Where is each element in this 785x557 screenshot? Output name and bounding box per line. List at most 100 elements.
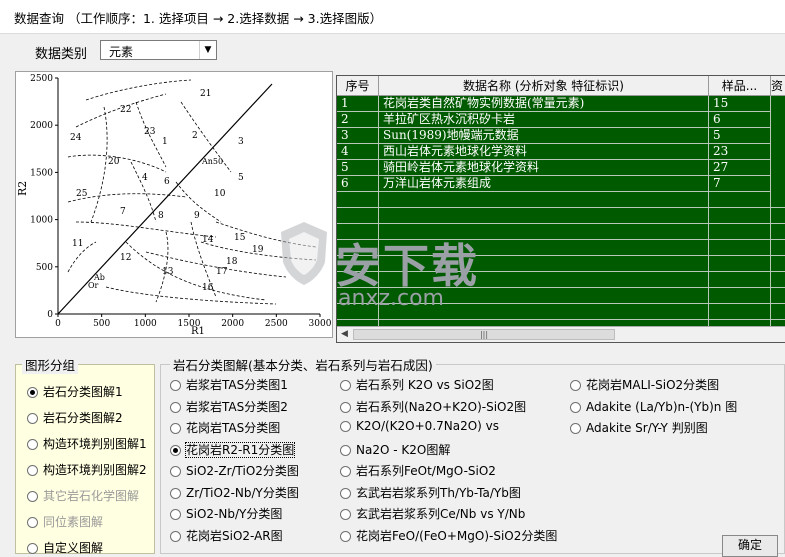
diagram-option[interactable]: 玄武岩岩浆系列Ce/Nb vs Y/Nb bbox=[340, 505, 525, 522]
group-option[interactable]: 其它岩石化学图解 bbox=[27, 487, 139, 504]
column-header-name[interactable]: 数据名称 (分析对象 特征标识) bbox=[379, 76, 709, 96]
group-option[interactable]: 自定义图解 bbox=[27, 539, 103, 556]
field-label: Or bbox=[88, 281, 99, 290]
field-label: 4 bbox=[142, 173, 148, 183]
watermark-shield-icon bbox=[281, 222, 327, 285]
column-header-samples[interactable]: 样品... bbox=[709, 76, 771, 96]
table-row[interactable]: 4 西山岩体元素地球化学资料 23 bbox=[337, 144, 785, 160]
radio-icon[interactable] bbox=[27, 413, 38, 424]
y-tick-label: 1500 bbox=[30, 168, 53, 178]
radio-icon[interactable] bbox=[27, 517, 38, 528]
scroll-thumb[interactable]: ||| bbox=[353, 329, 615, 340]
radio-icon[interactable] bbox=[340, 466, 351, 477]
diagram-option[interactable]: 岩浆岩TAS分类图2 bbox=[170, 398, 288, 415]
group-option[interactable]: 岩石分类图解2 bbox=[27, 409, 123, 426]
row-sample-count: 27 bbox=[709, 160, 771, 176]
radio-icon[interactable] bbox=[170, 487, 181, 499]
diagram-option[interactable]: 花岗岩SiO2-AR图 bbox=[170, 527, 283, 544]
radio-icon[interactable] bbox=[170, 530, 181, 542]
ok-button[interactable]: 确定 bbox=[722, 535, 778, 557]
grid-line bbox=[337, 319, 785, 320]
scroll-left-icon[interactable]: ◀ bbox=[341, 329, 348, 339]
radio-icon[interactable] bbox=[340, 380, 351, 391]
diagram-option-label: 玄武岩岩浆系列Ce/Nb vs Y/Nb bbox=[356, 507, 526, 521]
row-sample-count: 5 bbox=[709, 128, 771, 144]
diagram-option-label: Adakite Sr/Y-Y 判别图 bbox=[586, 421, 708, 435]
diagram-option-label: 花岗岩R2-R1分类图 bbox=[184, 441, 296, 458]
radio-icon[interactable] bbox=[170, 423, 181, 434]
radio-icon[interactable] bbox=[27, 543, 38, 554]
diagram-option[interactable]: 岩石系列 K2O vs SiO2图 bbox=[340, 376, 494, 393]
diagram-option[interactable]: 玄武岩岩浆系列Th/Yb-Ta/Yb图 bbox=[340, 484, 521, 501]
field-label: 9 bbox=[194, 211, 200, 221]
radio-icon[interactable] bbox=[27, 439, 38, 450]
radio-icon[interactable] bbox=[340, 530, 351, 542]
table-row[interactable]: 1 花岗岩类自然矿物实例数据(常量元素) 15 bbox=[337, 96, 785, 112]
field-label: 2 bbox=[192, 131, 198, 141]
radio-icon[interactable] bbox=[170, 509, 181, 520]
group-option[interactable]: 构造环境判别图解1 bbox=[27, 435, 147, 452]
diagram-option[interactable]: Adakite (La/Yb)n-(Yb)n 图 bbox=[570, 398, 737, 415]
diagram-option[interactable]: 花岗岩R2-R1分类图 bbox=[170, 441, 296, 458]
field-label: 17 bbox=[216, 267, 228, 277]
diagram-option[interactable]: 花岗岩TAS分类图 bbox=[170, 419, 280, 436]
grid-line bbox=[337, 207, 785, 208]
radio-icon[interactable] bbox=[570, 423, 581, 434]
group-option[interactable]: 构造环境判别图解2 bbox=[27, 461, 147, 478]
x-axis-label: R1 bbox=[191, 326, 205, 337]
diagram-option[interactable]: 岩石系列(Na2O+K2O)-SiO2图 bbox=[340, 398, 526, 415]
y-axis-label: R2 bbox=[16, 181, 29, 196]
radio-icon[interactable] bbox=[27, 465, 38, 476]
table-row[interactable]: 5 骑田岭岩体元素地球化学资料 27 bbox=[337, 160, 785, 176]
radio-icon[interactable] bbox=[170, 444, 181, 456]
diagram-option[interactable]: SiO2-Nb/Y分类图 bbox=[170, 505, 282, 522]
radio-icon[interactable] bbox=[170, 401, 181, 413]
table-row[interactable]: 3 Sun(1989)地幔端元数据 5 bbox=[337, 128, 785, 144]
y-tick-label: 2000 bbox=[30, 121, 53, 131]
radio-icon[interactable] bbox=[27, 491, 38, 502]
radio-icon[interactable] bbox=[570, 380, 581, 391]
y-tick-label: 0 bbox=[47, 310, 53, 320]
data-type-select[interactable]: 元素 ▼ bbox=[100, 40, 217, 60]
diagram-option[interactable]: 岩石系列FeOt/MgO-SiO2 bbox=[340, 462, 496, 479]
diagram-option[interactable]: Adakite Sr/Y-Y 判别图 bbox=[570, 419, 708, 436]
group-option-label: 构造环境判别图解1 bbox=[43, 437, 147, 451]
column-header-index[interactable]: 序号 bbox=[337, 76, 379, 96]
diagram-option[interactable]: K2O/(K2O+0.7Na2O) vs bbox=[340, 419, 499, 433]
radio-icon[interactable] bbox=[340, 401, 351, 413]
radio-icon[interactable] bbox=[340, 487, 351, 499]
radio-icon[interactable] bbox=[340, 421, 351, 432]
watermark-url: anxz.com bbox=[338, 286, 444, 311]
horizontal-scrollbar[interactable]: ◀ ||| bbox=[337, 326, 785, 342]
field-label: 7 bbox=[120, 207, 126, 217]
chevron-down-icon[interactable]: ▼ bbox=[199, 41, 216, 59]
diagram-option[interactable]: SiO2-Zr/TiO2分类图 bbox=[170, 462, 299, 479]
diagram-option[interactable]: Na2O - K2O图解 bbox=[340, 441, 450, 458]
diagram-option[interactable]: Zr/TiO2-Nb/Y分类图 bbox=[170, 484, 299, 501]
diagram-option-label: 花岗岩SiO2-AR图 bbox=[186, 528, 283, 543]
diagram-option[interactable]: 花岗岩FeO/(FeO+MgO)-SiO2分类图 bbox=[340, 527, 557, 544]
group-option-label: 自定义图解 bbox=[43, 541, 104, 555]
diagram-option[interactable]: 花岗岩MALI-SiO2分类图 bbox=[570, 376, 719, 393]
group-option-label: 岩石分类图解1 bbox=[43, 385, 123, 399]
radio-icon[interactable] bbox=[340, 444, 351, 456]
radio-icon[interactable] bbox=[27, 387, 38, 398]
radio-icon[interactable] bbox=[340, 509, 351, 520]
diagram-option-label: 岩石系列(Na2O+K2O)-SiO2图 bbox=[356, 399, 527, 414]
window-title: 数据查询 （工作顺序：1. 选择项目 → 2.选择数据 → 3.选择图版） bbox=[14, 11, 383, 26]
field-label: 20 bbox=[108, 157, 120, 167]
group-option[interactable]: 同位素图解 bbox=[27, 513, 103, 530]
field-label: 8 bbox=[158, 211, 164, 221]
diagram-option-label: 岩石系列FeOt/MgO-SiO2 bbox=[356, 464, 496, 478]
column-header-source[interactable]: 资 bbox=[771, 76, 785, 96]
diagram-option[interactable]: 岩浆岩TAS分类图1 bbox=[170, 376, 288, 393]
field-label: 18 bbox=[226, 257, 238, 267]
radio-icon[interactable] bbox=[570, 401, 581, 413]
table-row[interactable]: 2 羊拉矿区热水沉积矽卡岩 6 bbox=[337, 112, 785, 128]
x-tick-label: 500 bbox=[93, 319, 110, 329]
x-tick-label: 3000 bbox=[309, 319, 332, 329]
table-row[interactable]: 6 万洋山岩体元素组成 7 bbox=[337, 176, 785, 192]
radio-icon[interactable] bbox=[170, 380, 181, 391]
group-option[interactable]: 岩石分类图解1 bbox=[27, 383, 123, 400]
radio-icon[interactable] bbox=[170, 466, 181, 477]
